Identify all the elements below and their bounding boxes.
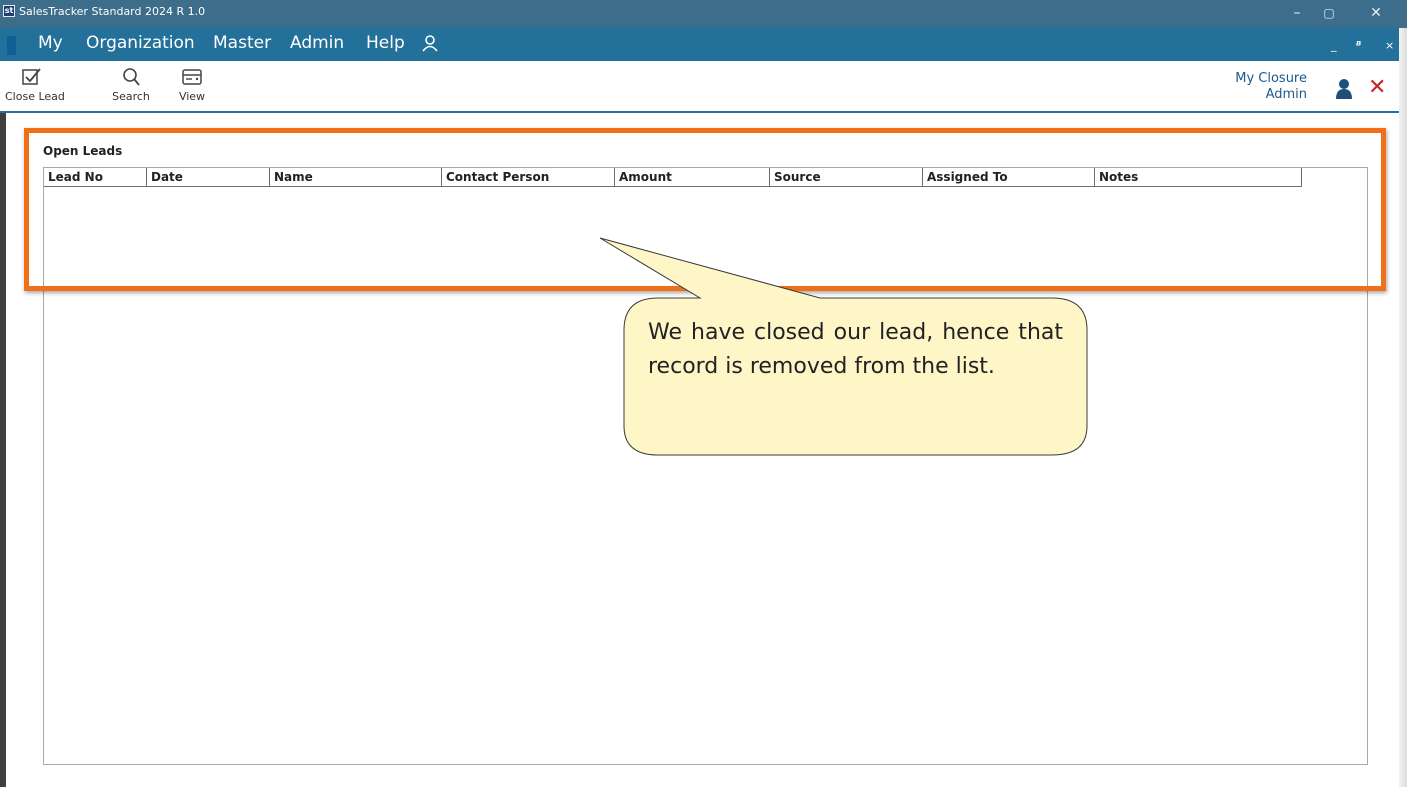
search-label: Search (112, 90, 150, 103)
left-frame-border (0, 113, 6, 787)
child-minimize-button[interactable]: _ (1331, 39, 1337, 52)
user-name: Admin (1265, 87, 1307, 102)
user-icon[interactable] (1333, 78, 1355, 100)
restore-button[interactable]: ▢ (1315, 3, 1343, 23)
window-title: SalesTracker Standard 2024 R 1.0 (19, 5, 206, 18)
menu-bar: My Organization Master Admin Help _ ᴮ × (0, 28, 1407, 61)
screen-name: My Closure (1235, 71, 1307, 86)
title-bar: st SalesTracker Standard 2024 R 1.0 – ▢ … (0, 0, 1407, 28)
minimize-button[interactable]: – (1283, 3, 1311, 23)
menu-accent-marker (7, 36, 16, 55)
menu-item-organization[interactable]: Organization (86, 33, 195, 53)
close-lead-button[interactable]: Close Lead (5, 67, 65, 103)
child-restore-button[interactable]: ᴮ (1356, 39, 1361, 52)
view-button[interactable]: View (176, 67, 208, 103)
checkbox-check-icon (22, 68, 41, 85)
close-lead-label: Close Lead (5, 90, 65, 103)
child-close-button[interactable]: × (1385, 39, 1394, 52)
screen-info: My Closure Admin (1235, 71, 1307, 103)
menu-item-admin[interactable]: Admin (290, 33, 344, 53)
menu-item-master[interactable]: Master (213, 33, 271, 53)
card-view-icon (182, 69, 202, 85)
window-close-button[interactable]: ✕ (1362, 3, 1390, 23)
search-button[interactable]: Search (111, 67, 151, 103)
view-label: View (178, 90, 206, 103)
menu-item-help[interactable]: Help (366, 33, 405, 53)
search-icon (123, 68, 140, 86)
right-frame-shadow (1399, 28, 1407, 787)
toolbar: Close Lead Search View My Closure Admin … (0, 61, 1407, 113)
user-profile-icon[interactable] (420, 33, 440, 53)
menu-item-my[interactable]: My (38, 33, 63, 53)
callout-text: We have closed our lead, hence that reco… (648, 320, 1063, 379)
close-screen-icon[interactable]: ✕ (1368, 75, 1386, 100)
app-logo-icon: st (3, 5, 15, 17)
